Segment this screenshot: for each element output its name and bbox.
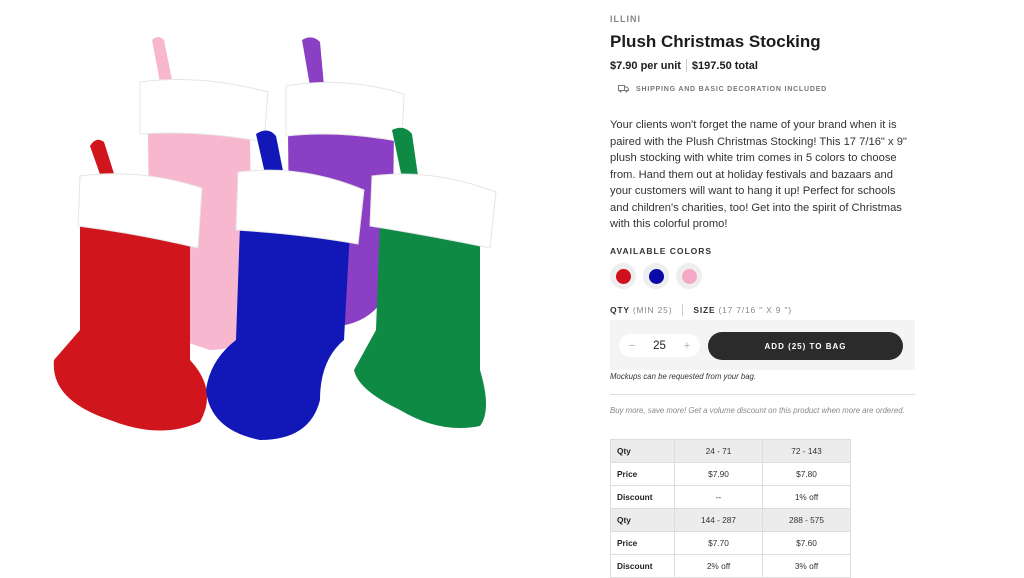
table-cell-label: Discount [610,554,675,578]
add-to-bag-button[interactable]: ADD (25) TO BAG [708,332,903,360]
increment-button[interactable]: + [680,340,694,352]
table-row: Price $7.70 $7.60 [610,531,851,555]
quantity-stepper: − + [619,334,700,357]
table-cell: $7.70 [674,531,763,555]
add-to-bag-box: − + ADD (25) TO BAG [610,320,915,370]
divider [610,394,915,395]
swatch-dot [615,268,631,284]
price-row: $7.90 per unit $197.50 total [610,59,758,72]
brand-name: ILLINI [610,14,641,24]
color-swatch-red[interactable] [610,263,636,289]
table-row: Qty 24 - 71 72 - 143 [610,439,851,463]
table-cell: 3% off [762,554,851,578]
red-stocking [53,139,208,431]
swatch-dot [681,268,697,284]
table-cell-label: Price [610,531,675,555]
qty-size-row: QTY (MIN 25) SIZE (17 7/16 " X 9 ") [610,304,792,316]
qty-min: (MIN 25) [632,305,673,315]
truck-icon [618,85,629,93]
table-row: Discount -- 1% off [610,485,851,509]
color-swatches [610,263,702,289]
table-cell: $7.60 [762,531,851,555]
product-image [40,30,520,450]
shipping-note-text: SHIPPING AND BASIC DECORATION INCLUDED [636,85,828,93]
table-cell-label: Qty [610,439,675,463]
table-cell-label: Qty [610,508,675,532]
table-cell: 1% off [762,485,851,509]
size-value: (17 7/16 " X 9 ") [718,305,792,315]
table-cell: $7.80 [762,462,851,486]
price-per-unit: $7.90 per unit [610,59,681,72]
price-separator [685,59,687,72]
table-cell: 144 - 287 [674,508,763,532]
shipping-note: SHIPPING AND BASIC DECORATION INCLUDED [618,85,827,93]
quantity-input[interactable] [642,338,677,353]
mockup-note: Mockups can be requested from your bag. [610,372,757,381]
qty-label: QTY [610,305,630,315]
table-row: Qty 144 - 287 288 - 575 [610,508,851,532]
volume-pricing-table: Qty 24 - 71 72 - 143 Price $7.90 $7.80 D… [610,439,851,578]
available-colors-label: AVAILABLE COLORS [610,246,713,256]
table-cell: 24 - 71 [674,439,763,463]
table-cell-label: Price [610,462,675,486]
table-cell-label: Discount [610,485,675,509]
stockings-illustration [53,37,497,440]
table-row: Price $7.90 $7.80 [610,462,851,486]
table-cell: $7.90 [674,462,763,486]
color-swatch-blue[interactable] [643,263,669,289]
swatch-dot [648,268,664,284]
price-total: $197.50 total [691,59,758,72]
product-title: Plush Christmas Stocking [610,32,821,51]
table-cell: 288 - 575 [762,508,851,532]
table-cell: 72 - 143 [762,439,851,463]
qty-size-separator [682,304,684,316]
product-description: Your clients won't forget the name of yo… [610,119,907,230]
color-swatch-pink[interactable] [676,263,702,289]
table-cell: -- [674,485,763,509]
table-row: Discount 2% off 3% off [610,554,851,578]
decrement-button[interactable]: − [625,340,639,352]
table-cell: 2% off [674,554,763,578]
volume-discount-note: Buy more, save more! Get a volume discou… [610,406,905,415]
size-label: SIZE [693,305,716,315]
